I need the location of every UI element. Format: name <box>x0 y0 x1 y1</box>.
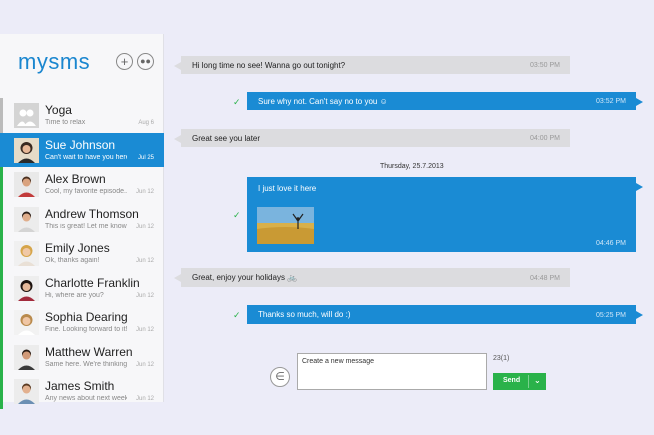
contact-name: Sue Johnson <box>45 137 116 152</box>
new-message-button[interactable]: + <box>116 53 133 70</box>
contact-name: Yoga <box>45 103 72 117</box>
contact-item-sophia-dearing[interactable]: Sophia Dearing Fine. Looking forward to … <box>0 305 164 340</box>
message-time: 03:52 PM <box>596 98 626 105</box>
message-incoming: Great, enjoy your holidays 🚲 04:48 PM <box>174 268 570 287</box>
plus-icon: + <box>120 54 129 69</box>
contact-preview: Any news about next week? <box>45 395 127 402</box>
contact-date: Jun 12 <box>135 327 154 333</box>
message-text: I just love it here <box>258 184 317 193</box>
contact-date: Jun 12 <box>135 258 154 264</box>
contact-name: James Smith <box>45 379 115 393</box>
contact-date: Jun 12 <box>135 189 154 195</box>
message-time: 04:00 PM <box>530 135 560 142</box>
contact-item-james-smith[interactable]: James Smith Any news about next week? Ju… <box>0 374 164 409</box>
contact-date: Aug 6 <box>138 120 154 126</box>
group-icon: ●● <box>140 56 151 66</box>
contact-preview: Cool, my favorite episode... <box>45 188 127 195</box>
contact-item-emily-jones[interactable]: Emily Jones Ok, thanks again! Jun 12 <box>0 236 164 271</box>
avatar <box>14 344 39 370</box>
message-time: 05:25 PM <box>596 312 626 319</box>
contact-preview: Ok, thanks again! <box>45 257 100 264</box>
contact-item-matthew-warren[interactable]: Matthew Warren Same here. We're thinking… <box>0 339 164 374</box>
message-text: Sure why not. Can't say no to you ☺ <box>258 97 388 106</box>
contact-date: Jun 12 <box>135 223 154 230</box>
message-incoming: Hi long time no see! Wanna go out tonigh… <box>174 56 570 74</box>
message-outgoing: Thanks so much, will do :) 05:25 PM <box>247 305 643 324</box>
message-text: Hi long time no see! Wanna go out tonigh… <box>192 61 346 70</box>
contacts-sidebar: mysms + ●● Yoga Time to relax Aug 6 Sue … <box>0 34 164 409</box>
contact-date: Jul 25 <box>137 154 154 161</box>
contact-date: Jun 12 <box>135 361 154 368</box>
message-time: 04:46 PM <box>596 240 626 247</box>
contact-preview: Fine. Looking forward to it! <box>45 326 127 333</box>
contact-preview: This is great! Let me know... <box>45 222 127 230</box>
message-incoming: Great see you later 04:00 PM <box>174 129 570 147</box>
contact-name: Emily Jones <box>45 241 110 255</box>
delivered-check-icon: ✓ <box>233 210 241 220</box>
message-outgoing: I just love it here 04:46 PM <box>247 177 643 252</box>
message-text: Great, enjoy your holidays 🚲 <box>192 273 298 282</box>
message-time: 04:48 PM <box>530 275 560 282</box>
delivered-check-icon: ✓ <box>233 97 241 107</box>
contact-name: Charlotte Franklin <box>45 275 140 290</box>
message-input[interactable] <box>297 353 487 390</box>
chevron-down-icon[interactable]: ⌄ <box>534 376 541 385</box>
message-photo[interactable] <box>257 207 314 244</box>
message-time: 03:50 PM <box>530 62 560 69</box>
contact-date: Jun 12 <box>135 292 154 299</box>
message-text: Great see you later <box>192 134 261 143</box>
contact-preview: Time to relax <box>45 119 86 126</box>
send-label: Send <box>503 377 521 384</box>
contact-preview: Can't wait to have you here... <box>45 153 127 161</box>
contact-name: Alex Brown <box>45 172 106 186</box>
avatar <box>14 103 39 128</box>
send-button[interactable]: Send ⌄ <box>493 373 546 390</box>
app-logo: mysms <box>18 49 91 74</box>
contact-item-andrew-thomson[interactable]: Andrew Thomson This is great! Let me kno… <box>0 201 164 236</box>
avatar <box>14 137 39 163</box>
contact-name: Matthew Warren <box>45 344 133 359</box>
message-outgoing: Sure why not. Can't say no to you ☺ 03:5… <box>247 92 643 110</box>
group-button[interactable]: ●● <box>137 53 154 70</box>
contact-date: Jun 12 <box>135 396 154 402</box>
contact-preview: Same here. We're thinking... <box>45 360 127 368</box>
avatar <box>14 275 39 301</box>
attach-button[interactable]: ∈ <box>270 367 290 387</box>
message-text: Thanks so much, will do :) <box>258 310 351 319</box>
contact-item-alex-brown[interactable]: Alex Brown Cool, my favorite episode... … <box>0 167 164 202</box>
contact-item-yoga[interactable]: Yoga Time to relax Aug 6 <box>0 98 164 133</box>
avatar <box>14 379 39 404</box>
contact-item-charlotte-franklin[interactable]: Charlotte Franklin Hi, where are you? Ju… <box>0 270 164 305</box>
date-separator: Thursday, 25.7.2013 <box>380 163 444 170</box>
contact-item-sue-johnson[interactable]: Sue Johnson Can't wait to have you here.… <box>0 132 164 167</box>
avatar <box>14 206 39 232</box>
avatar <box>14 241 39 266</box>
character-count: 23(1) <box>493 355 510 362</box>
contact-list: Yoga Time to relax Aug 6 Sue Johnson Can… <box>0 98 164 409</box>
contact-name: Sophia Dearing <box>45 310 128 324</box>
avatar <box>14 172 39 197</box>
contact-preview: Hi, where are you? <box>45 291 104 299</box>
contact-name: Andrew Thomson <box>45 206 139 221</box>
paperclip-icon: ∈ <box>275 371 285 383</box>
avatar <box>14 310 39 335</box>
delivered-check-icon: ✓ <box>233 310 241 320</box>
